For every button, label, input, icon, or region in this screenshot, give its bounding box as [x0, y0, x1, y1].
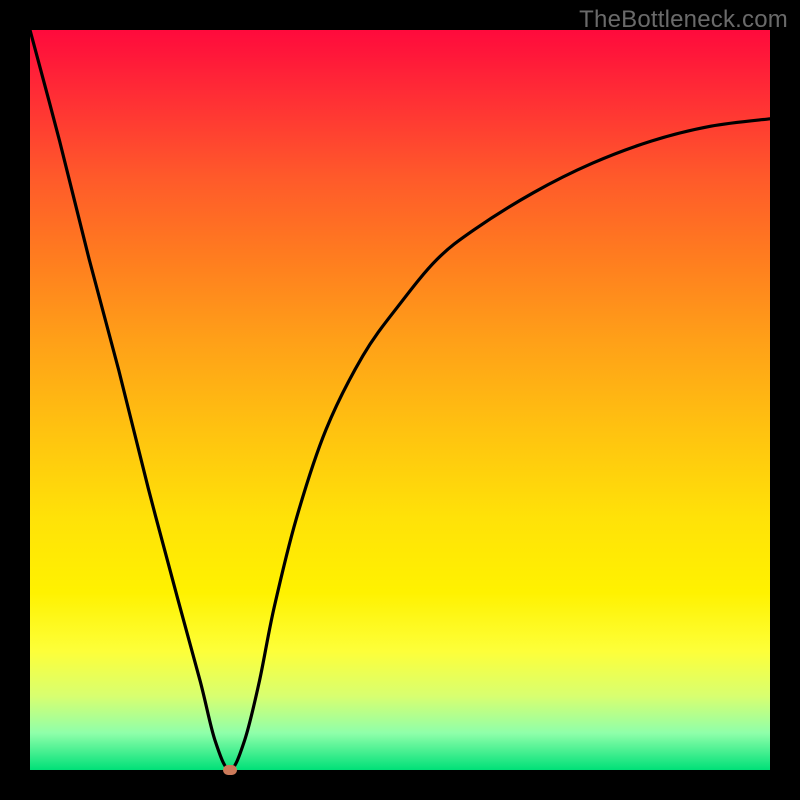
bottleneck-curve: [30, 30, 770, 770]
curve-svg: [30, 30, 770, 770]
chart-frame: TheBottleneck.com: [0, 0, 800, 800]
optimal-point-marker: [223, 765, 237, 775]
plot-area: [30, 30, 770, 770]
